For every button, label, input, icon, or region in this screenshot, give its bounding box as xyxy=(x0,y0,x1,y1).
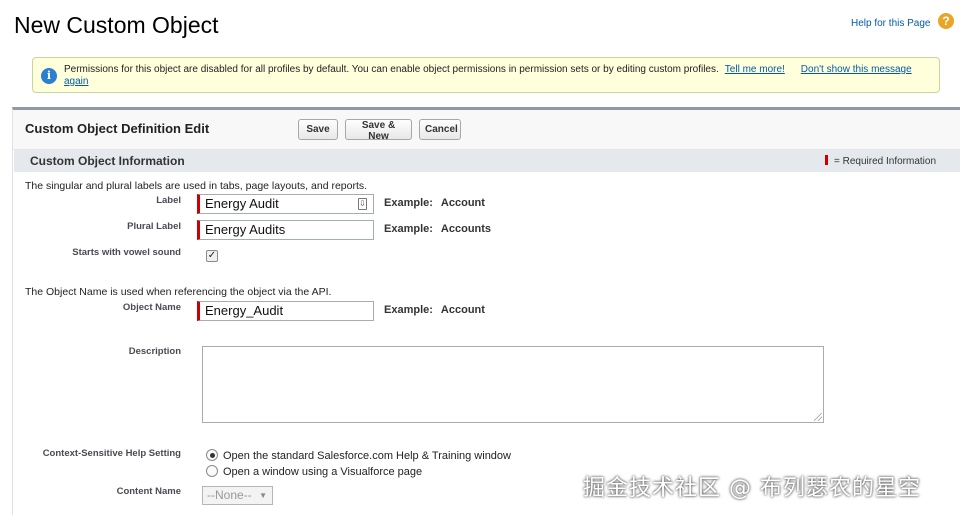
help-option-standard-label: Open the standard Salesforce.com Help & … xyxy=(223,450,511,462)
vowel-field-label: Starts with vowel sound xyxy=(72,247,181,258)
notice-banner: i Permissions for this object are disabl… xyxy=(32,57,940,93)
plural-label-input[interactable]: Energy Audits xyxy=(197,220,374,240)
watermark: 掘金技术社区 @ 布列瑟农的星空 xyxy=(583,476,921,501)
example-value: Account xyxy=(440,304,485,316)
example-label: Example: xyxy=(384,223,433,235)
question-icon[interactable]: ? xyxy=(938,13,954,29)
help-link[interactable]: Help for this Page xyxy=(851,18,931,29)
object-name-input[interactable]: Energy_Audit xyxy=(197,301,374,321)
radio-unselected[interactable] xyxy=(206,465,218,477)
object-name-field-label: Object Name xyxy=(122,302,181,313)
required-marker xyxy=(825,155,828,165)
description-field-label: Description xyxy=(128,346,181,357)
content-name-field-label: Content Name xyxy=(116,486,181,497)
page-title: New Custom Object xyxy=(14,12,219,38)
notice-message: Permissions for this object are disabled… xyxy=(64,64,719,75)
content-name-value: --None-- xyxy=(207,488,252,502)
help-option-standard[interactable]: Open the standard Salesforce.com Help & … xyxy=(206,449,511,462)
section-bar: Custom Object Information = Required Inf… xyxy=(14,150,960,172)
plural-label-field-label: Plural Label xyxy=(127,221,181,232)
lookup-icon[interactable]: ⇩ xyxy=(358,198,367,210)
example-value: Accounts xyxy=(440,223,492,235)
panel-title: Custom Object Definition Edit xyxy=(25,121,210,136)
required-legend-text: = Required Information xyxy=(834,156,937,167)
edit-panel: Custom Object Definition Edit Save Save … xyxy=(12,107,960,515)
label-example: Example: Account xyxy=(384,197,485,209)
vowel-checkbox[interactable]: ✓ xyxy=(206,250,218,262)
plural-label-example: Example: Accounts xyxy=(384,223,491,235)
example-label: Example: xyxy=(384,304,433,316)
help-setting-field-label: Context-Sensitive Help Setting xyxy=(42,448,181,459)
radio-selected[interactable] xyxy=(206,449,218,461)
label-field-label: Label xyxy=(156,195,181,206)
help-option-visualforce-label: Open a window using a Visualforce page xyxy=(223,466,423,478)
panel-header: Custom Object Definition Edit Save Save … xyxy=(13,110,960,150)
labels-intro: The singular and plural labels are used … xyxy=(25,180,368,192)
label-input-value: Energy Audit xyxy=(205,196,279,211)
object-name-intro: The Object Name is used when referencing… xyxy=(25,286,332,298)
save-new-button[interactable]: Save & New xyxy=(345,119,412,142)
chevron-down-icon: ▼ xyxy=(259,491,267,500)
save-button[interactable]: Save xyxy=(298,119,338,140)
cancel-button[interactable]: Cancel xyxy=(419,119,461,140)
required-legend: = Required Information xyxy=(825,155,936,167)
resize-grip[interactable] xyxy=(814,413,822,421)
description-textarea[interactable] xyxy=(202,346,824,423)
label-input[interactable]: Energy Audit ⇩ xyxy=(197,194,374,214)
object-name-example: Example: Account xyxy=(384,304,485,316)
help-option-visualforce[interactable]: Open a window using a Visualforce page xyxy=(206,465,422,478)
info-icon: i xyxy=(41,68,57,84)
notice-text: Permissions for this object are disabled… xyxy=(64,64,934,88)
example-value: Account xyxy=(440,197,485,209)
section-title: Custom Object Information xyxy=(30,154,185,168)
content-name-select[interactable]: --None-- ▼ xyxy=(202,486,273,505)
example-label: Example: xyxy=(384,197,433,209)
tell-me-more-link[interactable]: Tell me more! xyxy=(725,64,785,75)
